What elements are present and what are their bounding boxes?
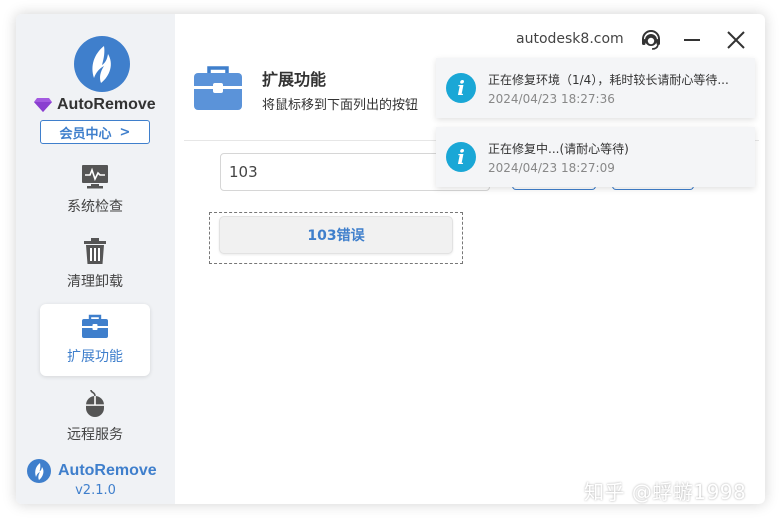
toast-time: 2024/04/23 18:27:09	[488, 160, 615, 175]
close-icon[interactable]	[726, 30, 746, 54]
info-icon: i	[446, 73, 476, 103]
brand: AutoRemove	[33, 94, 168, 116]
extensions-header-icon	[192, 64, 244, 116]
nav-item-label: 远程服务	[67, 427, 123, 443]
nav-item-extensions[interactable]: 扩展功能	[40, 304, 150, 376]
fix-103-button[interactable]: 103错误	[219, 216, 453, 254]
toast-message: 正在修复中...(请耐心等待)	[488, 141, 629, 156]
sidebar: AutoRemove 会员中心 > 系统检查 清理卸载 扩展功能 远程服务 Au…	[16, 14, 175, 504]
minimize-icon[interactable]	[682, 30, 702, 54]
watermark: 知乎 @蜉蝣1998	[584, 480, 747, 504]
nav-item-label: 系统检查	[67, 199, 123, 215]
app-window: AutoRemove 会员中心 > 系统检查 清理卸载 扩展功能 远程服务 Au…	[16, 14, 765, 504]
headset-icon[interactable]	[640, 29, 662, 55]
nav-item-label: 清理卸载	[67, 274, 123, 290]
nav-item-system-check[interactable]: 系统检查	[40, 154, 150, 226]
nav-item-clean-uninstall[interactable]: 清理卸载	[40, 228, 150, 300]
nav-item-remote-service[interactable]: 远程服务	[40, 380, 150, 452]
toast-notification: i 正在修复中...(请耐心等待) 2024/04/23 18:27:09	[436, 127, 755, 187]
member-center-label: 会员中心	[59, 126, 112, 142]
footer-brand-name: AutoRemove	[58, 462, 157, 479]
version-label: v2.1.0	[75, 483, 116, 498]
site-link[interactable]: autodesk8.com	[516, 31, 624, 47]
toast-time: 2024/04/23 18:27:36	[488, 91, 615, 106]
mouse-icon	[86, 389, 104, 417]
nav-item-label: 扩展功能	[67, 349, 123, 365]
toolbox-icon	[82, 314, 108, 338]
monitor-pulse-icon	[82, 165, 108, 189]
chevron-right-icon: >	[119, 124, 131, 140]
page-description: 将鼠标移到下面列出的按钮	[262, 98, 419, 113]
toast-message: 正在修复环境（1/4），耗时较长请耐心等待...	[488, 72, 729, 87]
brand-name: AutoRemove	[57, 96, 156, 113]
trash-icon	[84, 238, 106, 264]
diamond-icon	[34, 98, 52, 112]
info-icon: i	[446, 142, 476, 172]
toast-notification: i 正在修复环境（1/4），耗时较长请耐心等待... 2024/04/23 18…	[436, 58, 755, 118]
footer-logo-icon	[27, 459, 51, 483]
app-logo-icon	[74, 36, 130, 92]
page-title: 扩展功能	[262, 70, 327, 89]
footer-brand: AutoRemove	[26, 458, 166, 484]
member-center-button[interactable]: 会员中心 >	[40, 120, 150, 144]
